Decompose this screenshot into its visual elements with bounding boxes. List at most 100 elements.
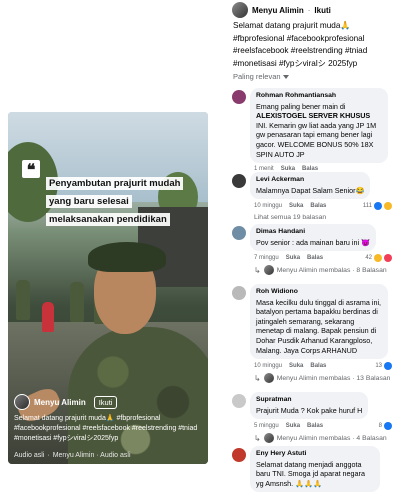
video-audio-right: Menyu Alimin · Audio asli	[52, 452, 131, 459]
reply-button[interactable]: Balas	[307, 423, 323, 429]
author-reply-text: Menyu Alimin membalas · 8 Balasan	[276, 266, 387, 274]
reply-arrow-icon: ↳	[254, 265, 261, 275]
reaction-summary[interactable]: 13	[375, 362, 392, 371]
comment-text: Pov senior : ada mainan baru ini 😈	[256, 237, 371, 247]
avatar[interactable]	[232, 226, 246, 240]
comment: Levi Ackerman Malamnya Dapat Salam Senio…	[232, 172, 392, 221]
post-author-name[interactable]: Menyu Alimin	[252, 6, 304, 15]
comment-author[interactable]: Supratman	[256, 395, 362, 405]
video-follow-button[interactable]: Ikuti	[93, 395, 118, 409]
view-replies-link[interactable]: Lihat semua 19 balasan	[254, 214, 392, 221]
comment-text: Selamat datang menjadi anggota baru TNI.…	[256, 459, 365, 488]
comment-author[interactable]: Rohman Rohmantiansah	[256, 91, 382, 101]
comment-text: INI. Kemarin gw liat aada yang JP 1M gw …	[256, 120, 377, 159]
like-button[interactable]: Suka	[286, 255, 300, 261]
post-header: Menyu Alimin · Ikuti	[232, 2, 331, 18]
avatar	[263, 373, 274, 384]
avatar[interactable]	[14, 394, 30, 410]
comment-meta: 10 minggu Suka Balas 111	[254, 202, 392, 211]
comment-bubble: Dimas Handani Pov senior : ada mainan ba…	[250, 224, 377, 252]
reply-button[interactable]: Balas	[307, 255, 323, 261]
video-author-row: Menyu Alimin Ikuti	[8, 392, 208, 412]
quote-icon: ❝	[22, 160, 40, 179]
video-caption: Penyambutan prajurit mudah yang baru sel…	[46, 173, 184, 227]
reaction-count: 8	[378, 423, 382, 430]
like-reaction-icon	[384, 422, 392, 431]
video-caption-text: Penyambutan prajurit mudah yang baru sel…	[46, 177, 184, 226]
love-reaction-icon	[384, 254, 392, 263]
comment: Eny Hery Astuti Selamat datang menjadi a…	[232, 446, 392, 493]
reaction-summary[interactable]: 8	[378, 422, 392, 431]
comment-text: Prajurit Muda ? Kok pake huruf H	[256, 405, 363, 415]
comment-author[interactable]: Levi Ackerman	[256, 175, 364, 185]
video-soldier-beret	[88, 242, 166, 272]
comment-meta: 10 minggu Suka Balas 13	[254, 362, 392, 371]
video-child	[42, 302, 54, 332]
comment-author[interactable]: Roh Widiono	[256, 287, 382, 297]
comment: Supratman Prajurit Muda ? Kok pake huruf…	[232, 392, 392, 444]
like-reaction-icon	[374, 202, 382, 211]
comment-meta: 7 minggu Suka Balas 42	[254, 254, 392, 263]
author-reply-link[interactable]: ↳ Menyu Alimin membalas · 8 Balasan	[254, 265, 392, 276]
haha-reaction-icon	[374, 254, 382, 263]
avatar[interactable]	[232, 394, 246, 408]
author-reply-text: Menyu Alimin membalas · 13 Balasan	[276, 374, 391, 382]
video-audio-sep: ·	[47, 452, 50, 459]
comment-bubble: Eny Hery Astuti Selamat datang menjadi a…	[250, 446, 380, 493]
comment-time: 7 minggu	[254, 255, 279, 262]
post-text: Selamat datang prajurit muda🙏 #fbprofesi…	[233, 21, 368, 68]
comment-bubble: Supratman Prajurit Muda ? Kok pake huruf…	[250, 392, 369, 420]
reply-arrow-icon: ↳	[254, 433, 261, 443]
avatar[interactable]	[232, 90, 246, 104]
comment: Dimas Handani Pov senior : ada mainan ba…	[232, 224, 392, 276]
comment-bubble: Roh Widiono Masa kecilku dulu tinggal di…	[250, 284, 388, 360]
comment-author[interactable]: Eny Hery Astuti	[256, 449, 374, 459]
like-reaction-icon	[384, 362, 392, 371]
author-reply-link[interactable]: ↳ Menyu Alimin membalas · 4 Balasan	[254, 433, 392, 444]
author-reply-text: Menyu Alimin membalas · 4 Balasan	[276, 434, 387, 442]
video-panel: ❝ Penyambutan prajurit mudah yang baru s…	[0, 0, 225, 500]
author-reply-link[interactable]: ↳ Menyu Alimin membalas · 13 Balasan	[254, 373, 392, 384]
comment-text-bold: ALEXISTOGEL SERVER KHUSUS	[256, 111, 371, 121]
like-button[interactable]: Suka	[289, 363, 303, 369]
comment-time: 5 minggu	[254, 423, 279, 430]
avatar	[263, 433, 274, 444]
reply-button[interactable]: Balas	[310, 203, 326, 209]
sort-dropdown[interactable]: Paling relevan	[233, 72, 289, 81]
sort-label: Paling relevan	[233, 72, 281, 81]
video-soldier	[70, 282, 84, 322]
like-button[interactable]: Suka	[289, 203, 303, 209]
comment-bubble: Levi Ackerman Malamnya Dapat Salam Senio…	[250, 172, 371, 200]
separator-dot: ·	[307, 5, 311, 15]
avatar[interactable]	[232, 2, 248, 18]
video-audio-left: Audio asli	[14, 452, 45, 459]
reaction-summary[interactable]: 111	[362, 202, 392, 211]
reaction-summary[interactable]: 42	[365, 254, 392, 263]
avatar	[263, 265, 274, 276]
avatar[interactable]	[232, 174, 246, 188]
haha-reaction-icon	[384, 202, 392, 211]
avatar[interactable]	[232, 448, 246, 462]
comment-author[interactable]: Dimas Handani	[256, 227, 370, 237]
comment: Roh Widiono Masa kecilku dulu tinggal di…	[232, 284, 392, 384]
reaction-count: 42	[365, 255, 372, 262]
reply-arrow-icon: ↳	[254, 373, 261, 383]
reply-button[interactable]: Balas	[310, 363, 326, 369]
comment-bubble: Rohman Rohmantiansah Emang paling bener …	[250, 88, 388, 164]
video-audio-row[interactable]: Audio asli · Menyu Alimin · Audio asli	[14, 452, 131, 459]
follow-button[interactable]: Ikuti	[314, 6, 330, 15]
comment: Rohman Rohmantiansah Emang paling bener …	[232, 88, 392, 172]
comment-meta: 5 minggu Suka Balas 8	[254, 422, 392, 431]
chevron-down-icon	[282, 74, 289, 79]
reaction-count: 13	[375, 363, 382, 370]
video-author-name[interactable]: Menyu Alimin	[34, 398, 86, 407]
avatar[interactable]	[232, 286, 246, 300]
comment-text: Emang paling bener main di	[256, 101, 346, 111]
like-button[interactable]: Suka	[286, 423, 300, 429]
comment-time: 10 minggu	[254, 363, 283, 370]
comment-text: Masa kecilku dulu tinggal di asrama ini,…	[256, 297, 382, 355]
reaction-count: 111	[362, 203, 372, 210]
comment-text: Malamnya Dapat Salam Senior😂	[256, 185, 365, 195]
video-description: Selamat datang prajurit muda🙏 #fbprofesi…	[14, 415, 198, 442]
comment-time: 10 minggu	[254, 203, 283, 210]
